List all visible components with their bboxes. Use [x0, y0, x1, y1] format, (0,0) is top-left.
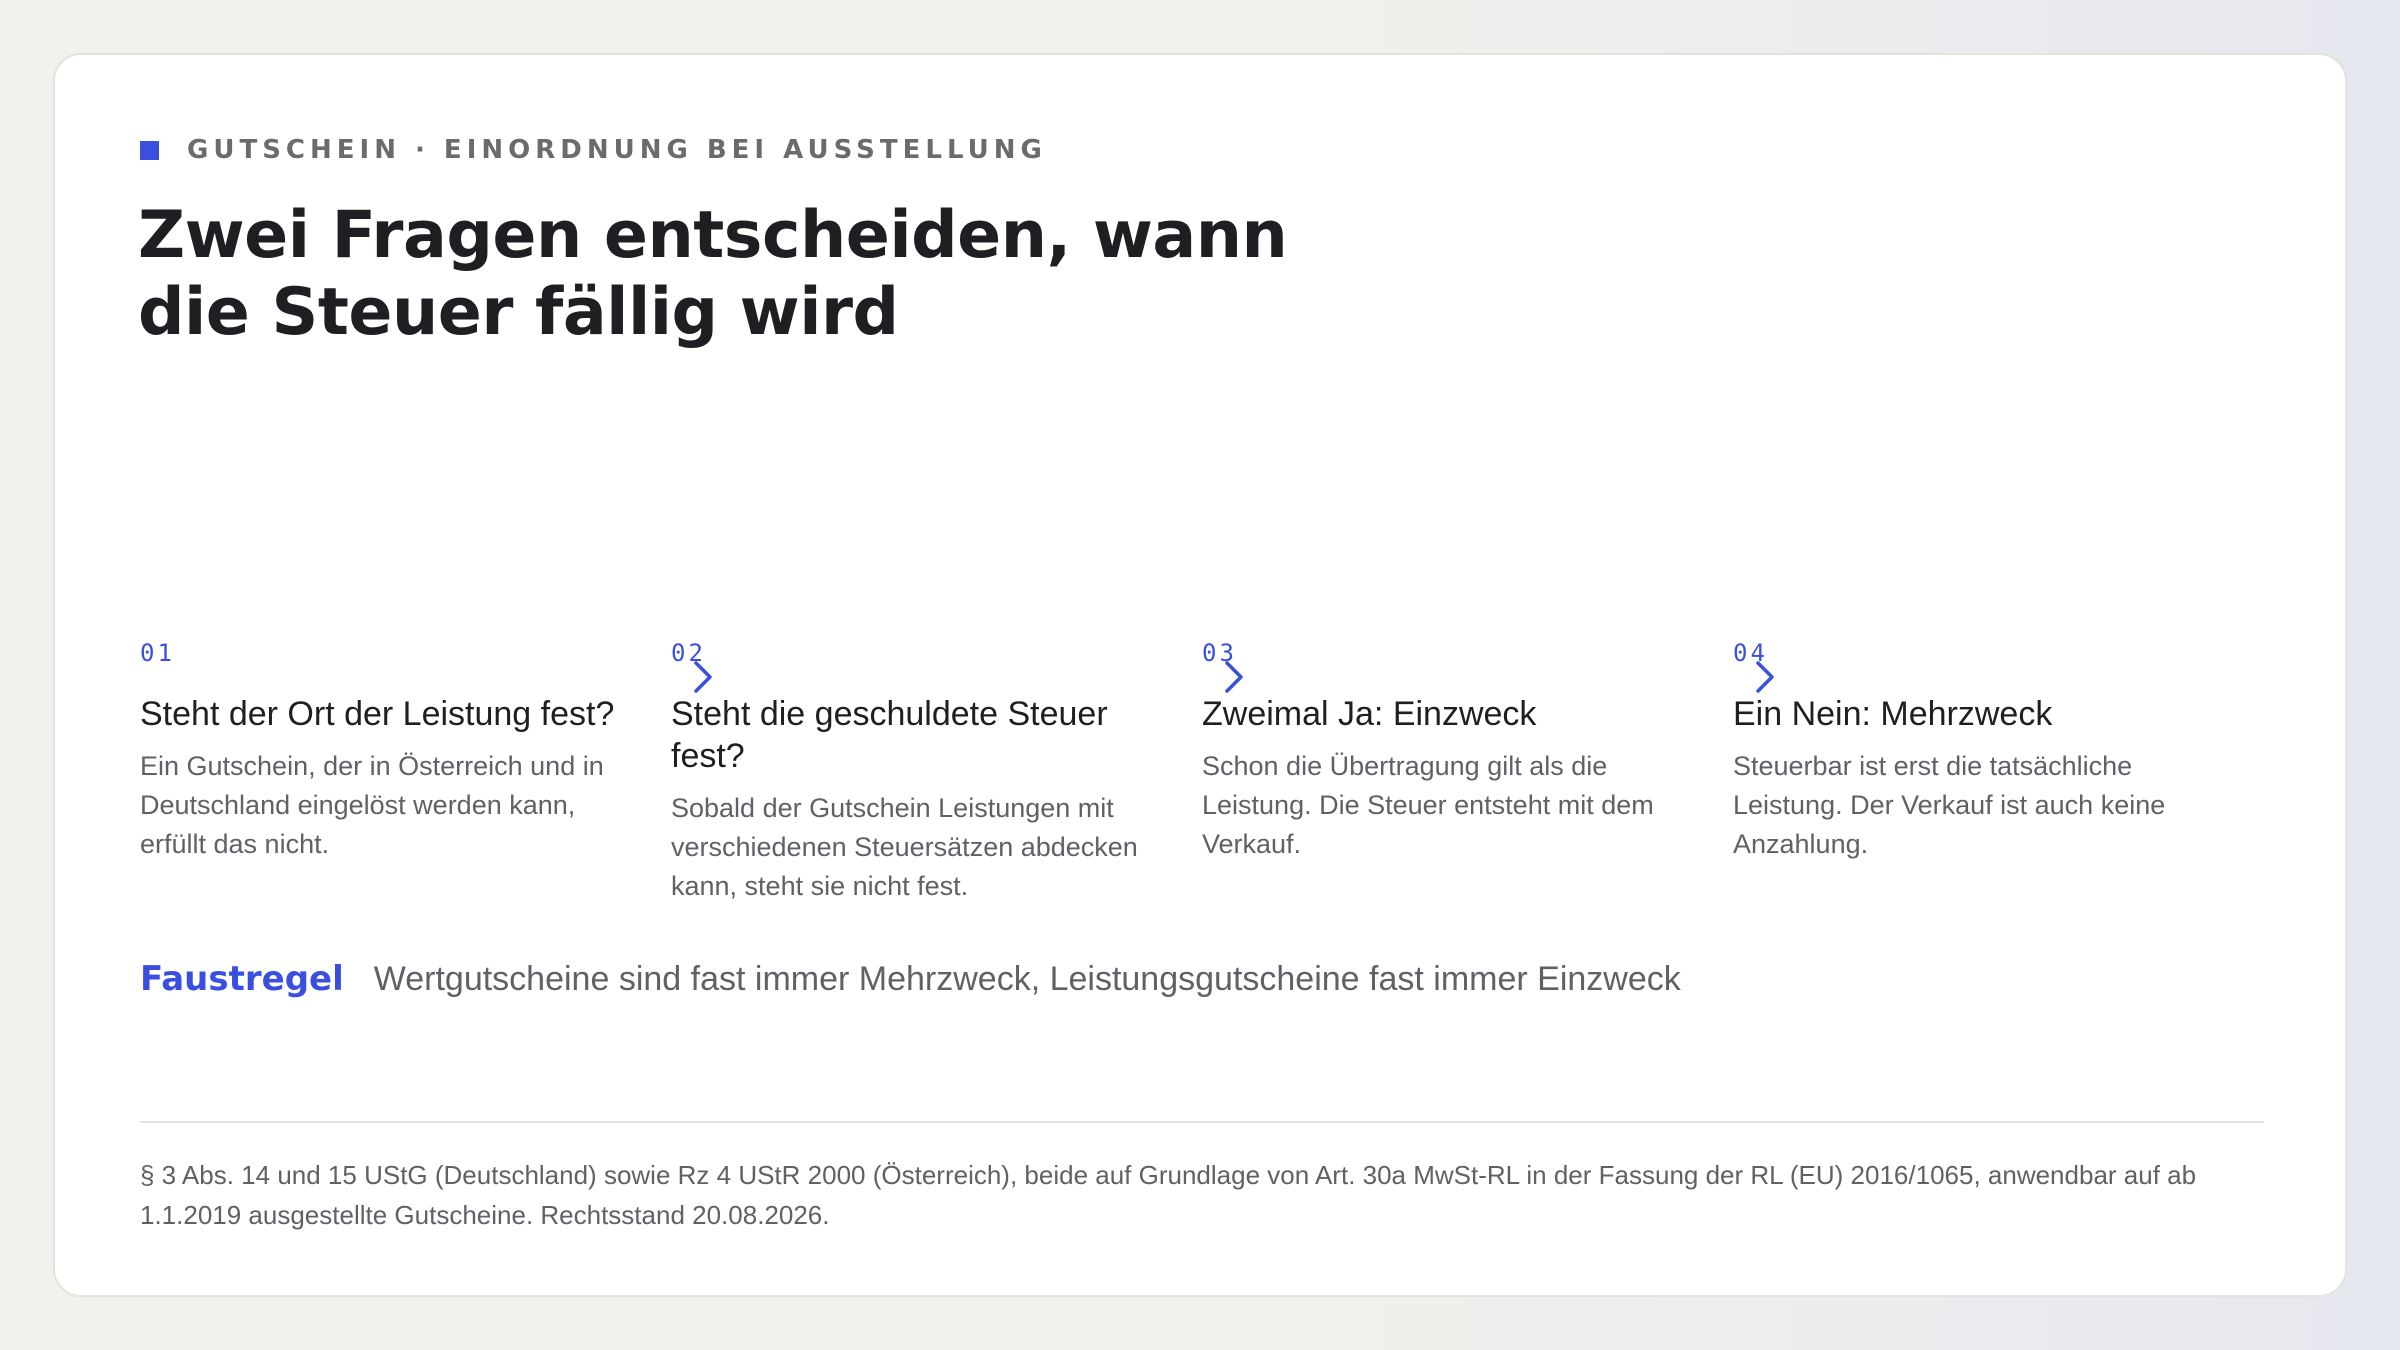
- step-3: 03 Zweimal Ja: Einzweck Schon die Übertr…: [1202, 639, 1702, 864]
- rule-label: Faustregel: [140, 959, 344, 999]
- step-number: 04: [1733, 639, 1768, 667]
- step-number: 03: [1202, 639, 1237, 667]
- step-description: Sobald der Gutschein Leistungen mit vers…: [671, 793, 1138, 901]
- step-title: Steht die geschuldete Steuer fest?: [671, 695, 1108, 775]
- step-title: Steht der Ort der Leistung fest?: [140, 695, 615, 733]
- step-description: Steuerbar ist erst die tatsächliche Leis…: [1733, 751, 2166, 859]
- divider: [140, 1121, 2264, 1123]
- step-title: Zweimal Ja: Einzweck: [1202, 695, 1537, 733]
- legal-footnote: § 3 Abs. 14 und 15 UStG (Deutschland) so…: [140, 1160, 2197, 1230]
- page-title: Zwei Fragen entscheiden, wann die Steuer…: [138, 198, 1288, 350]
- step-number: 02: [671, 639, 706, 667]
- rule-text: Wertgutscheine sind fast immer Mehrzweck…: [373, 960, 1681, 998]
- eyebrow: GUTSCHEIN · EINORDNUNG BEI AUSSTELLUNG: [140, 135, 1047, 165]
- step-4: 04 Ein Nein: Mehrzweck Steuerbar ist ers…: [1733, 639, 2233, 864]
- eyebrow-label: GUTSCHEIN · EINORDNUNG BEI AUSSTELLUNG: [187, 135, 1047, 165]
- step-title: Ein Nein: Mehrzweck: [1733, 695, 2053, 733]
- step-description: Ein Gutschein, der in Österreich und in …: [140, 751, 604, 859]
- step-number: 01: [140, 639, 175, 667]
- step-2: 02 Steht die geschuldete Steuer fest? So…: [671, 639, 1171, 906]
- square-marker-icon: [140, 140, 159, 160]
- rule-of-thumb: Faustregel Wertgutscheine sind fast imme…: [140, 959, 1681, 999]
- step-1: 01 Steht der Ort der Leistung fest? Ein …: [140, 639, 640, 864]
- content-card: GUTSCHEIN · EINORDNUNG BEI AUSSTELLUNG Z…: [53, 53, 2347, 1297]
- step-description: Schon die Übertragung gilt als die Leist…: [1202, 751, 1654, 859]
